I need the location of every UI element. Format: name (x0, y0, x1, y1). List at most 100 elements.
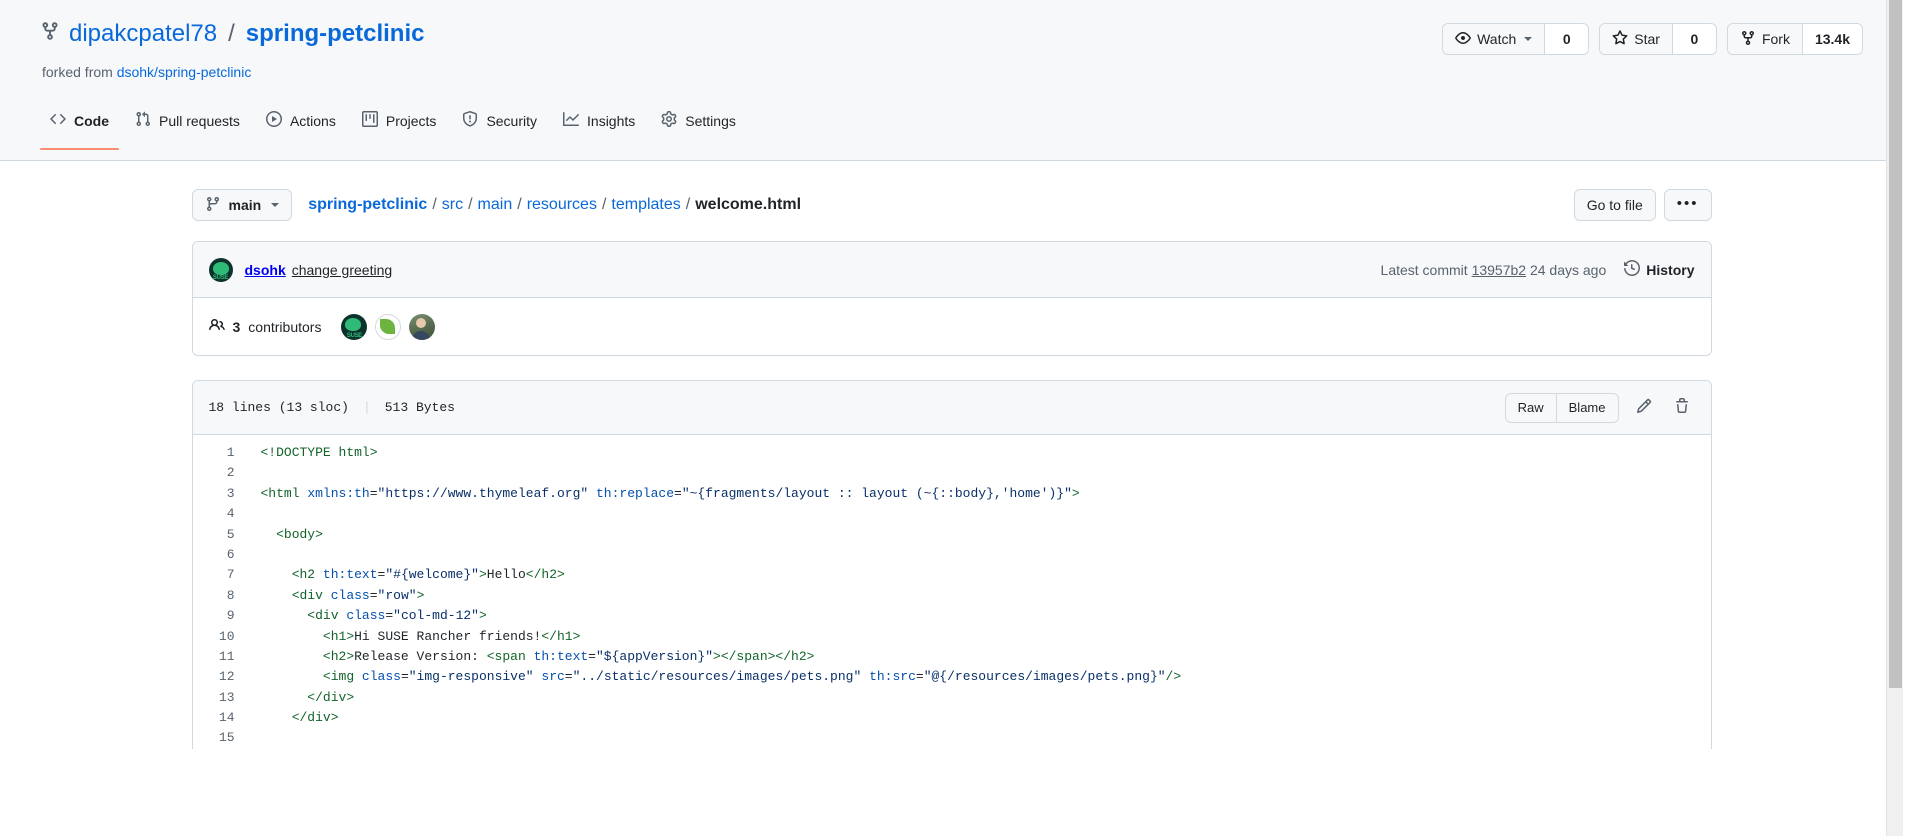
line-number[interactable]: 10 (193, 627, 251, 647)
code-viewer[interactable]: 1 <!DOCTYPE html> 2 3 <html xmlns:th="https:… (192, 435, 1711, 749)
fork-button[interactable]: Fork (1727, 24, 1802, 54)
fork-count[interactable]: 13.4k (1801, 24, 1862, 54)
file-lines-label: 18 lines (13 sloc) (208, 400, 349, 415)
code-token: Release Version: (354, 648, 487, 664)
tab-settings[interactable]: Settings (651, 102, 746, 150)
latest-commit-label: Latest commit (1380, 261, 1468, 278)
line-number[interactable]: 13 (193, 688, 251, 708)
line-number[interactable]: 7 (193, 565, 251, 585)
commit-message-link[interactable]: change greeting (292, 262, 392, 278)
commit-history-link[interactable]: History (1624, 259, 1695, 279)
line-number[interactable]: 2 (193, 463, 251, 483)
line-number[interactable]: 6 (193, 545, 251, 565)
line-content: </div> (251, 708, 339, 728)
forked-from-link[interactable]: dsohk/spring-petclinic (117, 64, 252, 80)
commit-row: SUSE dsohk change greeting Latest commit… (192, 242, 1711, 298)
tab-projects[interactable]: Projects (352, 102, 447, 150)
line-content: <h1>Hi SUSE Rancher friends!</h1> (251, 627, 580, 647)
code-token: th:replace (596, 485, 675, 501)
code-token: <div (260, 587, 331, 603)
breadcrumb-link-src[interactable]: src (442, 196, 463, 214)
more-options-button[interactable]: ••• (1663, 189, 1712, 221)
code-token: <img (260, 669, 362, 685)
avatar[interactable]: SUSE (208, 257, 233, 282)
trash-icon (1674, 398, 1690, 417)
star-button[interactable]: Star (1600, 24, 1672, 54)
line-number[interactable]: 3 (193, 484, 251, 504)
line-content (251, 545, 261, 565)
star-button-group[interactable]: Star 0 (1599, 23, 1717, 55)
code-token: = (369, 587, 378, 603)
tab-code[interactable]: Code (40, 102, 119, 150)
line-content: <body> (251, 525, 323, 545)
code-token: /> (1165, 669, 1182, 685)
edit-file-button[interactable] (1631, 395, 1657, 421)
watch-button[interactable]: Watch (1443, 24, 1545, 54)
code-token: "${appVersion}" (595, 648, 714, 664)
watch-button-group[interactable]: Watch 0 (1442, 23, 1590, 55)
tab-actions[interactable]: Actions (256, 102, 346, 150)
raw-button[interactable]: Raw (1505, 393, 1556, 422)
breadcrumb-separator: / (517, 196, 522, 213)
tab-insights[interactable]: Insights (553, 102, 645, 150)
go-to-file-button[interactable]: Go to file (1573, 189, 1656, 221)
commit-sha-link[interactable]: 13957b2 (1472, 262, 1527, 278)
star-count[interactable]: 0 (1671, 24, 1716, 54)
avatar[interactable] (375, 313, 402, 340)
code-token: <div (260, 608, 347, 624)
line-number[interactable]: 5 (193, 525, 251, 545)
contributors-row: 3 contributors SUSE (193, 298, 1711, 355)
avatar[interactable] (409, 313, 436, 340)
fork-button-group[interactable]: Fork 13.4k (1726, 23, 1863, 55)
line-number[interactable]: 8 (193, 586, 251, 606)
code-token: <body> (260, 526, 323, 542)
repo-owner-link[interactable]: dipakcpatel78 (69, 20, 217, 49)
line-number[interactable]: 12 (193, 667, 251, 687)
history-label: History (1646, 261, 1695, 278)
code-token: > (478, 567, 487, 583)
eye-icon (1455, 30, 1471, 49)
delete-file-button[interactable] (1669, 395, 1695, 421)
tab-code-label: Code (74, 113, 109, 129)
code-line: 7 <h2 th:text="#{welcome}">Hello</h2> (193, 565, 1711, 585)
star-label: Star (1634, 31, 1660, 47)
watch-count[interactable]: 0 (1544, 24, 1589, 54)
code-token: = (369, 485, 378, 501)
line-number[interactable]: 9 (193, 606, 251, 626)
avatar[interactable]: SUSE (341, 313, 368, 340)
file-header-actions: Raw Blame (1504, 392, 1695, 423)
line-number[interactable]: 1 (193, 443, 251, 463)
code-token: ></span></h2> (713, 648, 815, 664)
breadcrumb-link-main[interactable]: main (478, 196, 513, 214)
latest-commit-box: SUSE dsohk change greeting Latest commit… (191, 241, 1712, 356)
contributors-label[interactable]: 3 contributors (208, 317, 322, 336)
code-icon (50, 111, 66, 129)
repo-name-link[interactable]: spring-petclinic (246, 20, 425, 49)
breadcrumb: spring-petclinic / src / main / resource… (308, 196, 801, 214)
line-content (251, 504, 261, 524)
stats-divider: | (362, 400, 371, 415)
repository-header: dipakcpatel78 / spring-petclinic Watch 0 (0, 0, 1903, 161)
line-number[interactable]: 15 (193, 728, 251, 748)
commit-author-link[interactable]: dsohk (245, 262, 286, 278)
line-number[interactable]: 4 (193, 504, 251, 524)
contributors-count: 3 (232, 318, 241, 335)
code-line: 10 <h1>Hi SUSE Rancher friends!</h1> (193, 627, 1711, 647)
tab-pull-requests[interactable]: Pull requests (125, 102, 250, 150)
breadcrumb-separator: / (685, 196, 691, 213)
github-file-view-page: dipakcpatel78 / spring-petclinic Watch 0 (0, 0, 1903, 836)
blame-button[interactable]: Blame (1555, 393, 1618, 422)
file-content-box: 18 lines (13 sloc) | 513 Bytes Raw Blame (191, 380, 1712, 749)
line-number[interactable]: 11 (193, 647, 251, 667)
branch-selector-button[interactable]: main (191, 189, 293, 221)
code-line: 2 (193, 463, 1711, 483)
page-scrollbar[interactable] (1886, 0, 1903, 836)
breadcrumb-root-link[interactable]: spring-petclinic (308, 196, 427, 214)
repo-forked-icon (40, 20, 60, 49)
scrollbar-thumb[interactable] (1889, 0, 1902, 688)
breadcrumb-link-resources[interactable]: resources (527, 196, 597, 214)
line-number[interactable]: 14 (193, 708, 251, 728)
tab-security[interactable]: Security (452, 102, 547, 150)
breadcrumb-link-templates[interactable]: templates (611, 196, 680, 214)
contributors-word: contributors (248, 318, 322, 335)
